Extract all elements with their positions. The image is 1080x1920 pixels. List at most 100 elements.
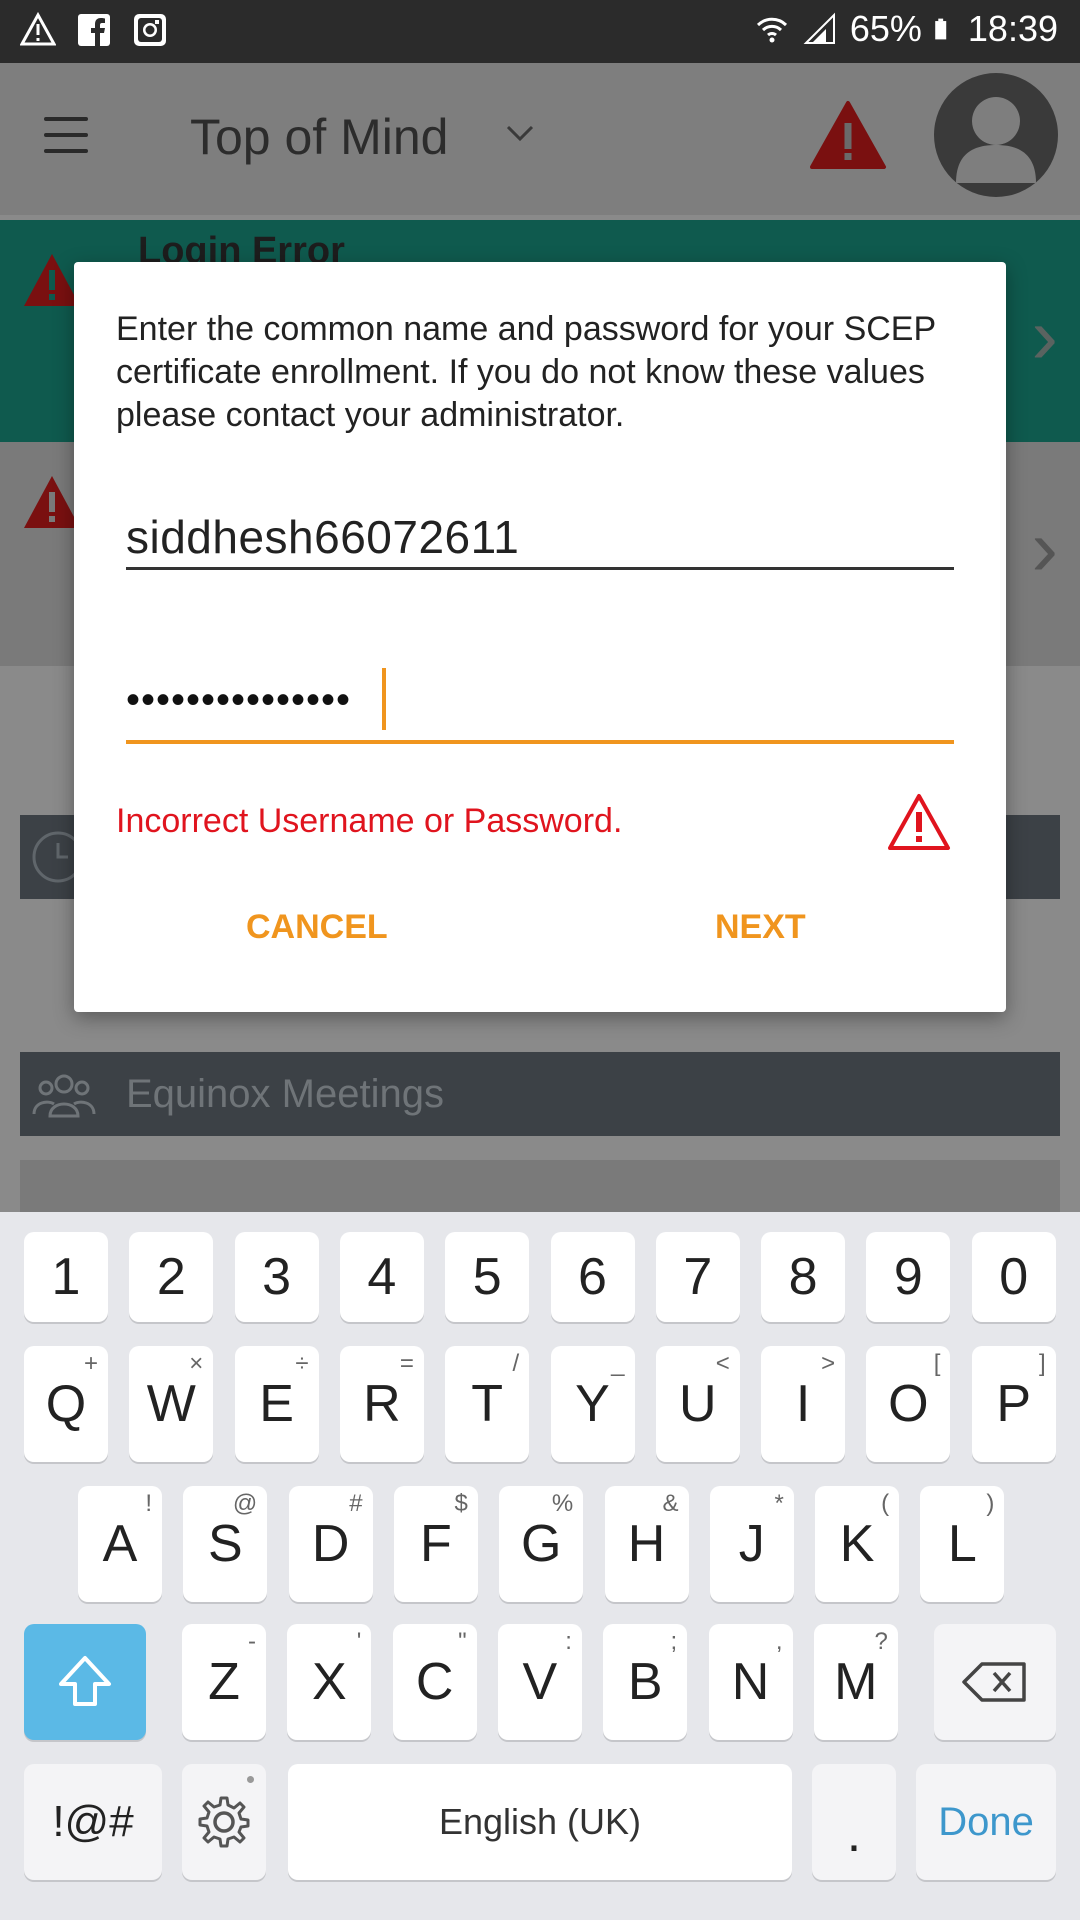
backspace-icon: [962, 1662, 1026, 1702]
password-input[interactable]: •••••••••••••••: [126, 678, 351, 723]
key-8[interactable]: 8: [761, 1232, 846, 1322]
key-o[interactable]: O[: [866, 1346, 951, 1462]
key-label: K: [839, 1515, 875, 1573]
error-message: Incorrect Username or Password.: [116, 802, 623, 840]
key-9[interactable]: 9: [866, 1232, 951, 1322]
key-g[interactable]: G%: [499, 1486, 584, 1602]
key-1[interactable]: 1: [24, 1232, 108, 1322]
key-f[interactable]: F $: [393, 1486, 478, 1602]
warning-icon: [24, 254, 80, 306]
dialog-message: Enter the common name and password for y…: [116, 310, 936, 434]
key-r[interactable]: R =: [339, 1346, 424, 1462]
key-secondary-label: /: [512, 1350, 520, 1377]
key-c[interactable]: C ": [392, 1624, 477, 1740]
username-field[interactable]: [126, 510, 954, 570]
key-label: Q: [45, 1375, 87, 1433]
key-4[interactable]: 4: [339, 1232, 424, 1322]
key-label: N: [731, 1653, 770, 1711]
key-secondary-label: *: [774, 1490, 784, 1517]
key-j[interactable]: J *: [709, 1486, 794, 1602]
key-label: R: [363, 1375, 401, 1433]
key-w[interactable]: W ×: [129, 1346, 214, 1462]
battery-icon: [935, 18, 947, 40]
meetings-bar[interactable]: Equinox Meetings: [20, 1052, 1060, 1136]
key-label: I: [795, 1375, 811, 1433]
key-m[interactable]: M?: [813, 1624, 898, 1740]
menu-icon[interactable]: [44, 117, 88, 157]
key-b[interactable]: B;: [603, 1624, 688, 1740]
key-6[interactable]: 6: [550, 1232, 635, 1322]
key-secondary-label: >: [821, 1350, 836, 1377]
key-i[interactable]: I >: [761, 1346, 846, 1462]
app-bar: Top of Mind: [0, 63, 1080, 215]
key-secondary-label: <: [715, 1350, 730, 1377]
key-label: 7: [683, 1248, 713, 1306]
signal-icon: [803, 12, 835, 44]
shift-key[interactable]: [24, 1624, 146, 1740]
key-q[interactable]: Q +: [24, 1346, 108, 1462]
key-secondary-label: (: [881, 1490, 890, 1517]
key-v[interactable]: V:: [497, 1624, 582, 1740]
symbols-key[interactable]: !@#: [24, 1764, 162, 1880]
status-bar: 65% 18:39: [0, 0, 1080, 63]
chevron-right-icon: ›: [1031, 291, 1058, 380]
key-l[interactable]: L): [920, 1486, 1005, 1602]
key-2[interactable]: 2: [129, 1232, 214, 1322]
password-field[interactable]: •••••••••••••••: [126, 662, 954, 744]
key-s[interactable]: S @: [183, 1486, 268, 1602]
key-0[interactable]: 0: [971, 1232, 1056, 1322]
key-7[interactable]: 7: [655, 1232, 740, 1322]
key-secondary-label: _: [611, 1350, 625, 1377]
done-key[interactable]: Done: [916, 1764, 1056, 1880]
warning-icon[interactable]: [808, 99, 888, 171]
key-label: Y: [575, 1375, 610, 1433]
backspace-key[interactable]: [934, 1624, 1056, 1740]
key-secondary-label: @: [232, 1490, 258, 1517]
key-secondary-label: ÷: [295, 1350, 309, 1377]
avatar[interactable]: [934, 73, 1058, 197]
key-h[interactable]: H &: [604, 1486, 689, 1602]
key-label: C: [415, 1653, 454, 1711]
key-t[interactable]: T /: [445, 1346, 530, 1462]
key-secondary-label: -: [248, 1628, 256, 1655]
people-icon: [32, 1074, 96, 1118]
chevron-down-icon[interactable]: [500, 119, 540, 149]
key-e[interactable]: E ÷: [234, 1346, 319, 1462]
next-button[interactable]: NEXT: [715, 908, 806, 947]
key-z[interactable]: Z-: [182, 1624, 266, 1740]
key-x[interactable]: X ': [287, 1624, 372, 1740]
key-label: B: [627, 1653, 663, 1711]
key-secondary-label: $: [454, 1490, 468, 1517]
key-secondary-label: ;: [670, 1628, 678, 1655]
key-label: 8: [788, 1248, 818, 1306]
key-secondary-label: !: [145, 1490, 152, 1517]
space-key[interactable]: English (UK): [288, 1764, 792, 1880]
key-label: 5: [472, 1248, 502, 1306]
key-5[interactable]: 5: [445, 1232, 530, 1322]
list-item[interactable]: [20, 1160, 1060, 1220]
key-3[interactable]: 3: [234, 1232, 319, 1322]
key-d[interactable]: D #: [288, 1486, 373, 1602]
key-n[interactable]: N,: [708, 1624, 793, 1740]
settings-key[interactable]: [182, 1764, 266, 1880]
key-label: L: [947, 1515, 977, 1573]
key-u[interactable]: U <: [655, 1346, 740, 1462]
clock: 18:39: [967, 8, 1058, 49]
key-label: A: [102, 1515, 138, 1573]
avatar-icon: [956, 97, 1036, 183]
cancel-button[interactable]: CANCEL: [246, 908, 388, 947]
key-secondary-label: ): [986, 1490, 995, 1517]
page-title[interactable]: Top of Mind: [190, 108, 448, 166]
chevron-right-icon: ›: [1031, 503, 1058, 592]
username-input[interactable]: [126, 510, 954, 564]
key-y[interactable]: Y _: [550, 1346, 635, 1462]
gear-icon: [198, 1796, 250, 1848]
key-a[interactable]: A!: [78, 1486, 162, 1602]
warning-icon: [888, 794, 950, 850]
period-key[interactable]: .: [812, 1764, 896, 1880]
key-label: J: [738, 1515, 765, 1573]
key-label: 2: [156, 1248, 186, 1306]
key-p[interactable]: P]: [971, 1346, 1056, 1462]
key-label: G: [520, 1515, 562, 1573]
key-k[interactable]: K(: [815, 1486, 900, 1602]
